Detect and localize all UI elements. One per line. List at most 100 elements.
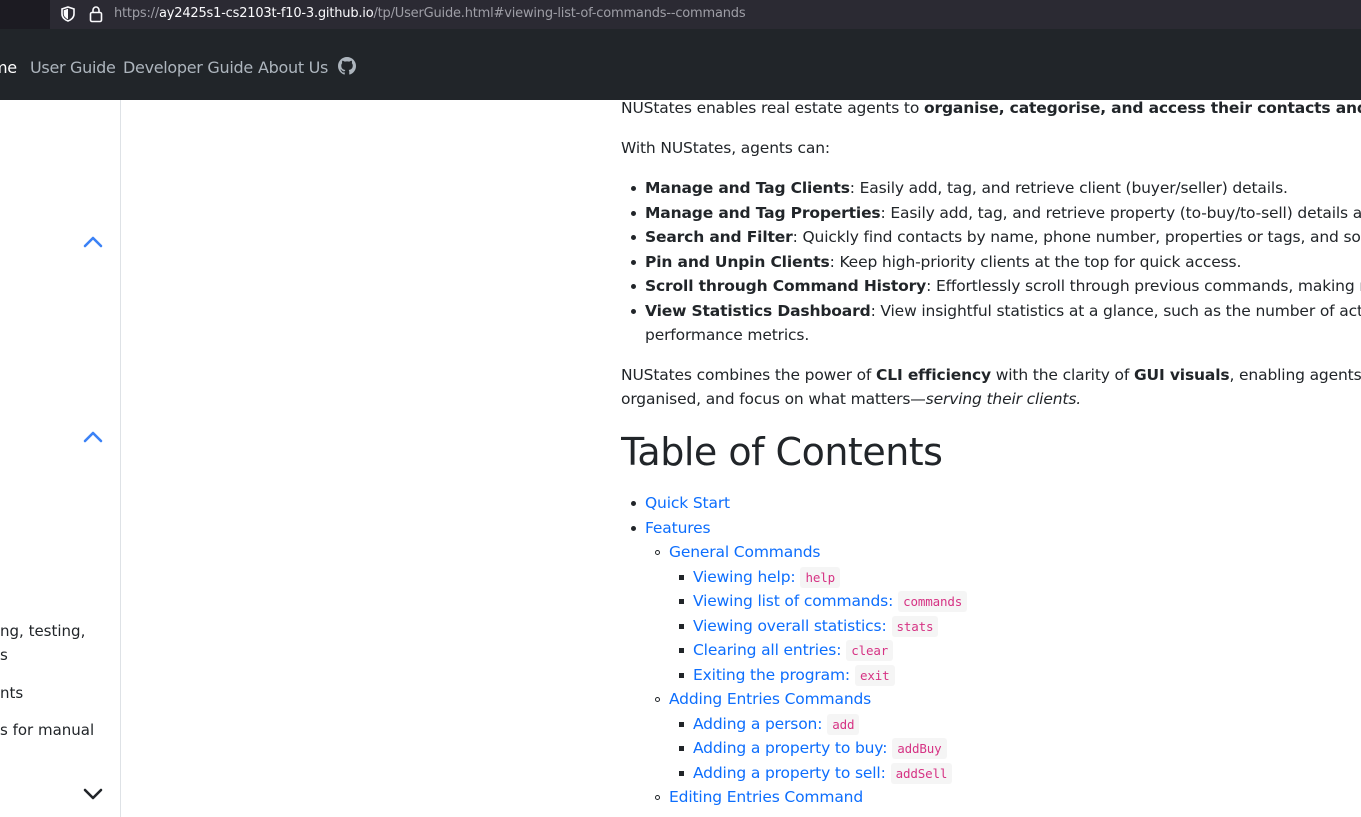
browser-toolbar: https://ay2425s1-cs2103t-f10-3.github.io… [0, 0, 1361, 29]
sidebar-item-fragment[interactable]: nts [0, 681, 23, 705]
toc-item: General Commands [669, 540, 821, 564]
toc-link-quick-start[interactable]: Quick Start [645, 494, 730, 512]
toc-link-help[interactable]: Viewing help: help [693, 567, 840, 588]
intro-paragraph: NUStates enables real estate agents to o… [621, 100, 1361, 120]
chevron-up-icon[interactable] [82, 429, 104, 445]
bullet [631, 186, 636, 191]
feature-title: Manage and Tag Properties [645, 204, 881, 222]
feature-desc: : Easily add, tag, and retrieve client (… [849, 179, 1288, 197]
feature-title: View Statistics Dashboard [645, 302, 871, 320]
bullet [631, 260, 636, 265]
feature-item: Manage and Tag Clients: Easily add, tag,… [645, 176, 1288, 200]
toc-link-features[interactable]: Features [645, 519, 711, 537]
bullet [631, 211, 636, 216]
square-bullet [679, 575, 684, 580]
square-bullet [679, 648, 684, 653]
toc-link-code: addBuy [892, 738, 947, 759]
main-content: NUStates enables real estate agents to o… [621, 100, 1361, 817]
feature-item: Scroll through Command History: Effortle… [645, 274, 1361, 298]
agents-can-paragraph: With NUStates, agents can: [621, 139, 830, 157]
circle-bullet [655, 550, 660, 555]
toc-item: Adding a property to buy: addBuy [693, 736, 947, 761]
bullet [631, 235, 636, 240]
bullet [631, 309, 636, 314]
summary-text: , enabling agents to stream [1229, 366, 1361, 384]
chevron-up-icon[interactable] [82, 234, 104, 250]
summary-text: NUStates combines the power of [621, 366, 876, 384]
toc-item: Quick Start [645, 491, 730, 515]
nav-developer-guide[interactable]: Developer Guide [123, 58, 253, 78]
feature-desc: : Keep high-priority clients at the top … [829, 253, 1242, 271]
bullet [631, 284, 636, 289]
feature-desc: : Quickly find contacts by name, phone n… [792, 228, 1361, 246]
toc-link-commands[interactable]: Viewing list of commands: commands [693, 591, 968, 612]
feature-item: View Statistics Dashboard: View insightf… [645, 299, 1361, 323]
feature-desc: : View insightful statistics at a glance… [870, 302, 1361, 320]
intro-bold: organise, categorise, and access their c… [923, 100, 1361, 117]
summary-paragraph-line2: organised, and focus on what matters—ser… [621, 387, 1081, 411]
toc-link-add-sell[interactable]: Adding a property to sell: addSell [693, 763, 953, 784]
toc-link-label: Exiting the program: [693, 666, 850, 684]
intro-text: NUStates enables real estate agents to [621, 100, 924, 117]
feature-desc: : Easily add, tag, and retrieve property… [880, 204, 1361, 222]
toc-link-stats[interactable]: Viewing overall statistics: stats [693, 616, 939, 637]
bullet [631, 526, 636, 531]
toc-link-label: Viewing help: [693, 568, 796, 586]
summary-text: with the clarity of [990, 366, 1134, 384]
toc-item: Viewing overall statistics: stats [693, 614, 939, 639]
summary-text: organised, and focus on what matters— [621, 390, 926, 408]
toc-item: Adding Entries Commands [669, 687, 871, 711]
toc-link-code: stats [891, 616, 939, 637]
summary-paragraph: NUStates combines the power of CLI effic… [621, 363, 1361, 387]
lock-icon[interactable] [88, 5, 104, 23]
toc-heading: Table of Contents [621, 430, 943, 474]
toc-link-add-buy[interactable]: Adding a property to buy: addBuy [693, 738, 947, 759]
toc-link-code: clear [846, 640, 894, 661]
bullet [631, 501, 636, 506]
square-bullet [679, 771, 684, 776]
nav-home[interactable]: me [0, 58, 17, 78]
feature-title: Scroll through Command History [645, 277, 927, 295]
toc-item: Clearing all entries: clear [693, 638, 894, 663]
sidebar-item-fragment[interactable]: s for manual [0, 718, 94, 742]
toc-link-label: Clearing all entries: [693, 641, 842, 659]
toc-link-exit[interactable]: Exiting the program: exit [693, 665, 895, 686]
toc-item: Adding a property to sell: addSell [693, 761, 953, 786]
feature-item: Pin and Unpin Clients: Keep high-priorit… [645, 250, 1241, 274]
chevron-down-icon[interactable] [82, 786, 104, 802]
square-bullet [679, 722, 684, 727]
toc-link-label: Viewing overall statistics: [693, 617, 887, 635]
feature-title: Pin and Unpin Clients [645, 253, 830, 271]
summary-bold: GUI visuals [1133, 366, 1230, 384]
sidebar-item-fragment[interactable]: ng, testing, [0, 619, 85, 643]
url-path: /tp/UserGuide.html#viewing-list-of-comma… [373, 6, 746, 21]
toc-link-editing-entries[interactable]: Editing Entries Command [669, 788, 863, 806]
feature-title: Search and Filter [645, 228, 793, 246]
toc-link-label: Adding a person: [693, 715, 823, 733]
toc-item: Exiting the program: exit [693, 663, 895, 688]
toc-link-label: Adding a property to sell: [693, 764, 886, 782]
toc-link-general-commands[interactable]: General Commands [669, 543, 821, 561]
nav-user-guide[interactable]: User Guide [30, 58, 116, 78]
github-icon[interactable] [338, 57, 356, 75]
url-host: ay2425s1-cs2103t-f10-3.github.io [159, 6, 374, 21]
address-url[interactable]: https://ay2425s1-cs2103t-f10-3.github.io… [114, 6, 746, 22]
square-bullet [679, 673, 684, 678]
nav-about-us[interactable]: About Us [258, 58, 328, 78]
sidebar-item-fragment[interactable]: s [0, 643, 8, 667]
summary-bold: CLI efficiency [876, 366, 991, 384]
toc-link-label: Viewing list of commands: [693, 592, 894, 610]
toc-link-add[interactable]: Adding a person: add [693, 714, 860, 735]
circle-bullet [655, 795, 660, 800]
feature-item: Manage and Tag Properties: Easily add, t… [645, 201, 1361, 225]
square-bullet [679, 624, 684, 629]
toc-link-adding-entries[interactable]: Adding Entries Commands [669, 690, 871, 708]
toc-link-code: exit [855, 665, 895, 686]
toc-link-code: add [827, 714, 860, 735]
toc-link-clear[interactable]: Clearing all entries: clear [693, 640, 894, 661]
feature-title: Manage and Tag Clients [645, 179, 850, 197]
summary-italic: serving their clients. [925, 390, 1082, 408]
tracking-shield-icon[interactable] [60, 6, 76, 22]
site-navbar: me User Guide Developer Guide About Us [0, 29, 1361, 100]
toc-item: Editing Entries Command [669, 785, 863, 809]
